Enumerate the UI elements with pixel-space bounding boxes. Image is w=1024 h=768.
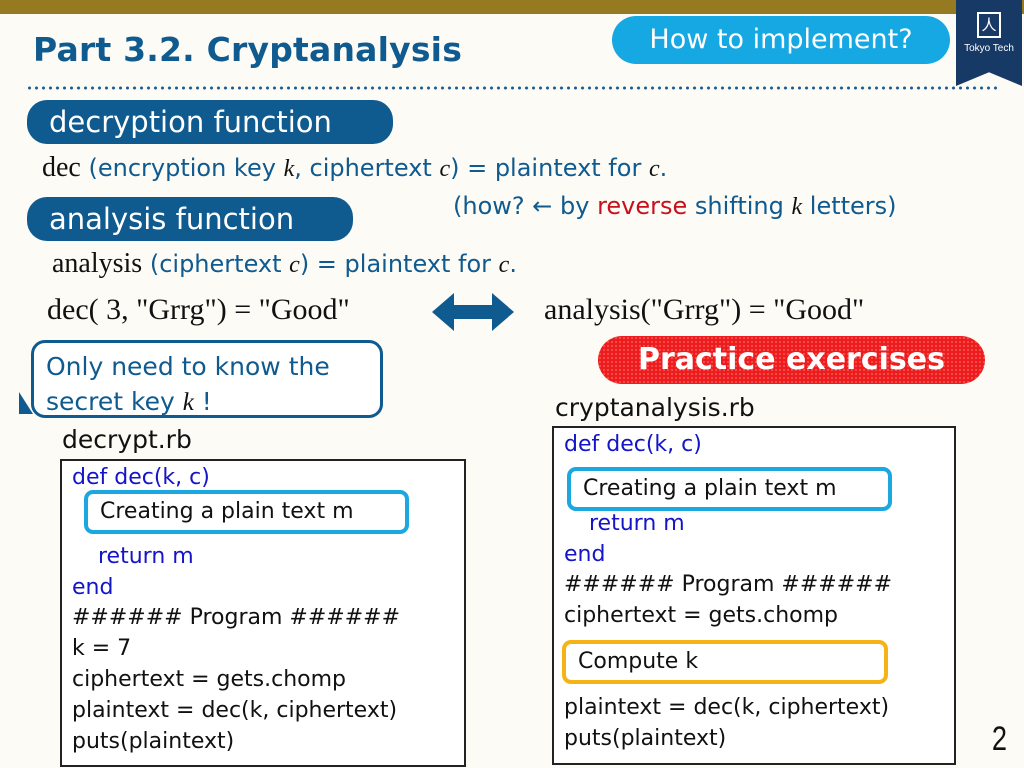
dotted-divider	[26, 86, 1001, 90]
code-line: ###### Program ######	[564, 572, 893, 597]
double-arrow-icon	[432, 293, 514, 331]
dec-example: dec( 3, "Grrg") = "Good"	[47, 293, 350, 326]
analysis-definition: analysis (ciphertext c) = plaintext for …	[52, 248, 517, 279]
swallow-emblem-icon: 人	[977, 12, 1001, 38]
code-line: ciphertext = gets.chomp	[564, 603, 839, 628]
code-end-line: end	[72, 575, 114, 600]
decryption-function-label: decryption function	[27, 100, 393, 144]
tokyo-tech-logo: 人 Tokyo Tech	[956, 0, 1022, 86]
page-title: Part 3.2. Cryptanalysis	[33, 30, 463, 69]
decryption-how-note: (how? ← by reverse shifting k letters)	[453, 192, 897, 220]
code-line: puts(plaintext)	[564, 726, 727, 751]
creating-plaintext-box: Creating a plain text m	[567, 467, 892, 511]
code-return-line: return m	[98, 544, 194, 569]
code-line: puts(plaintext)	[72, 729, 235, 754]
analysis-example: analysis("Grrg") = "Good"	[544, 293, 865, 326]
practice-exercises-badge: Practice exercises	[598, 336, 985, 384]
code-return-line: return m	[589, 511, 685, 536]
secret-key-callout: Only need to know the secret key k !	[31, 340, 383, 418]
decrypt-filename: decrypt.rb	[62, 425, 192, 454]
compute-k-box: Compute k	[562, 640, 888, 684]
code-line: k = 7	[72, 636, 132, 661]
code-line: ciphertext = gets.chomp	[72, 667, 347, 692]
decryption-definition: dec (encryption key k, ciphertext c) = p…	[42, 152, 668, 183]
code-line: ###### Program ######	[72, 605, 401, 630]
code-line: plaintext = dec(k, ciphertext)	[72, 698, 398, 723]
top-bar	[0, 0, 1024, 14]
page-number: 2	[991, 720, 1008, 758]
code-line: plaintext = dec(k, ciphertext)	[564, 695, 890, 720]
code-def-line: def dec(k, c)	[564, 432, 702, 457]
analysis-function-label: analysis function	[27, 197, 353, 241]
code-def-line: def dec(k, c)	[72, 465, 210, 490]
code-end-line: end	[564, 542, 606, 567]
how-to-implement-badge: How to implement?	[612, 16, 950, 64]
logo-text: Tokyo Tech	[964, 43, 1014, 54]
cryptanalysis-filename: cryptanalysis.rb	[555, 393, 755, 422]
creating-plaintext-box: Creating a plain text m	[84, 490, 409, 534]
